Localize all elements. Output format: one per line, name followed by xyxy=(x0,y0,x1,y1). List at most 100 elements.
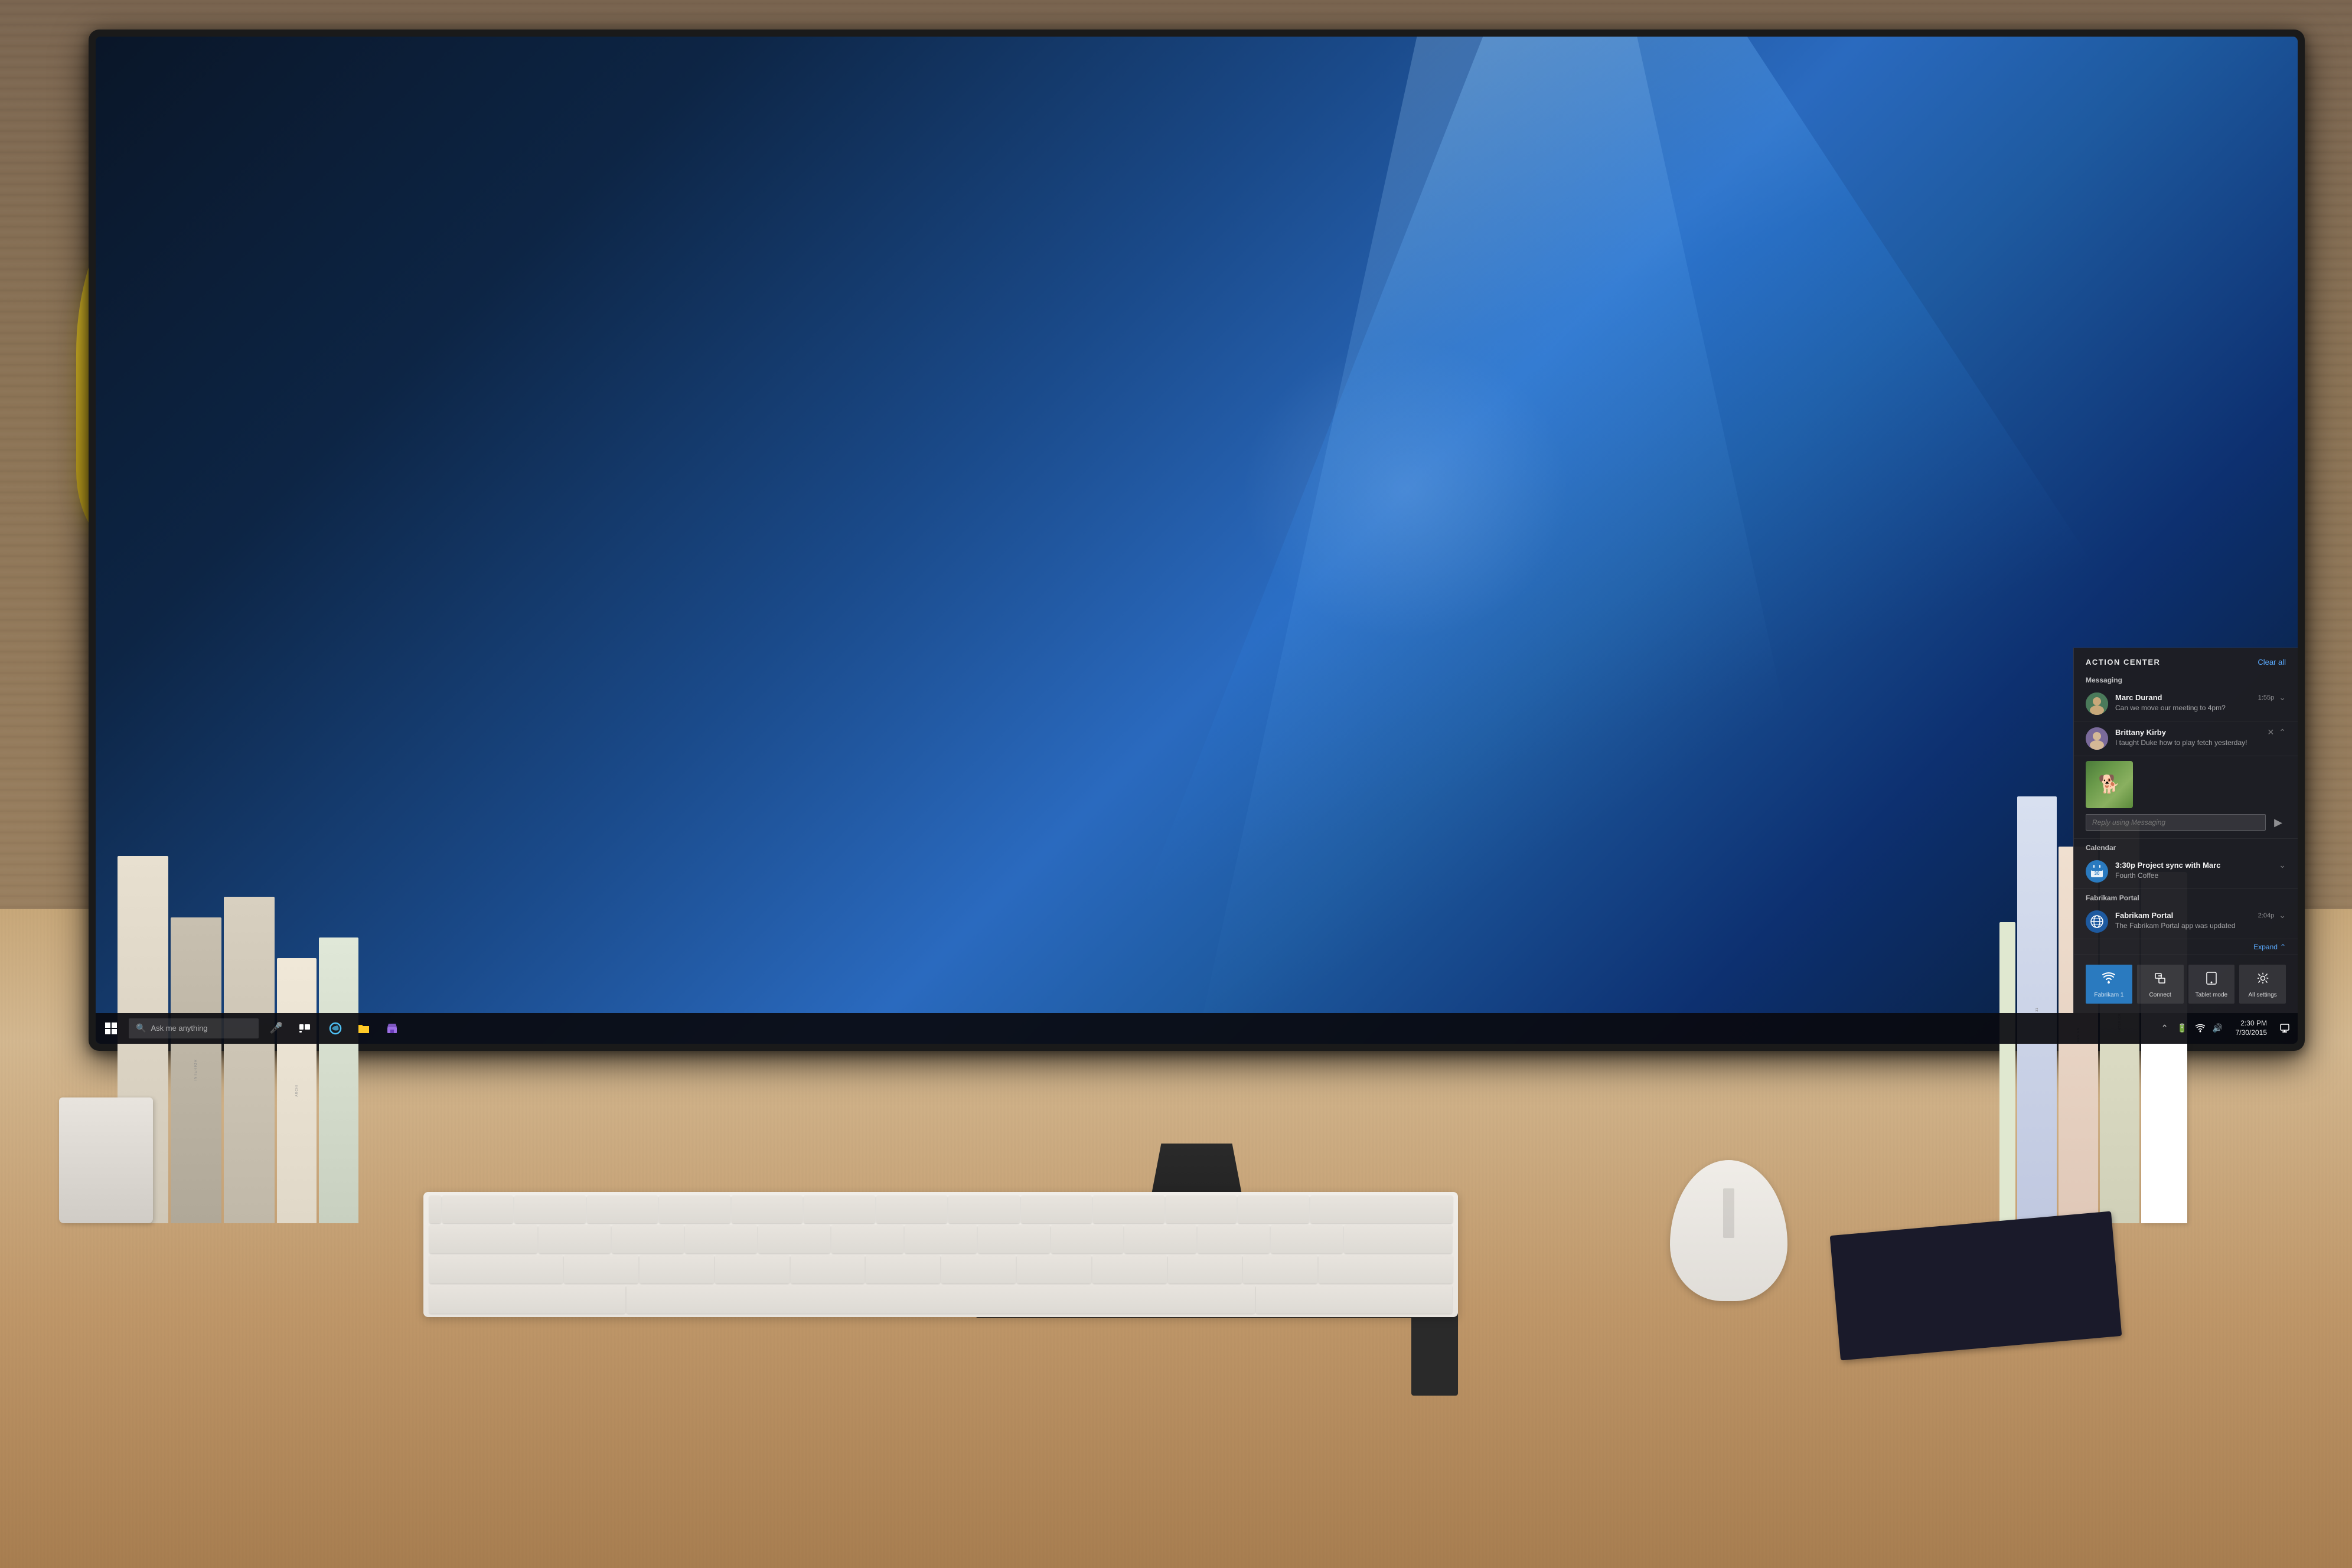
clock-date: 7/30/2015 xyxy=(2236,1028,2267,1038)
marc-top-right: 1:55p ⌄ xyxy=(2258,692,2286,703)
system-tray: ⌃ 🔋 🔊 xyxy=(2152,1015,2231,1041)
marc-sender-name: Marc Durand xyxy=(2115,693,2162,702)
expand-label: Expand xyxy=(2253,943,2278,951)
fabrikam-avatar xyxy=(2086,910,2108,933)
fabrikam-globe-icon xyxy=(2090,914,2104,929)
quick-action-connect[interactable]: Connect xyxy=(2137,965,2184,1004)
key xyxy=(627,1285,1255,1314)
expand-row[interactable]: Expand ⌃ xyxy=(2074,939,2298,955)
key xyxy=(429,1225,537,1253)
right-book-1 xyxy=(1999,922,2016,1223)
notification-brittany-kirby[interactable]: Brittany Kirby ✕ ⌃ I taught Duke how to … xyxy=(2074,721,2298,756)
book-5 xyxy=(319,937,358,1223)
notification-fabrikam[interactable]: Fabrikam Portal 2:04p ⌄ The Fabrikam Por… xyxy=(2074,904,2298,939)
keyboard-row-3 xyxy=(429,1255,1453,1283)
key xyxy=(1166,1195,1237,1224)
key xyxy=(514,1195,585,1224)
expand-chevron-icon: ⌃ xyxy=(2280,943,2286,951)
marc-avatar xyxy=(2086,692,2108,715)
wallpaper-beams xyxy=(96,37,2298,1044)
quick-action-fabrikam[interactable]: Fabrikam 1 xyxy=(2086,965,2132,1004)
network-icon xyxy=(2192,1015,2209,1041)
battery-icon: 🔋 xyxy=(2174,1015,2191,1041)
fabrikam-notification-message: The Fabrikam Portal app was updated xyxy=(2115,922,2286,930)
key xyxy=(1051,1225,1123,1253)
quick-action-tablet-mode[interactable]: Tablet mode xyxy=(2188,965,2235,1004)
fabrikam-section: Fabrikam Portal xyxy=(2074,889,2298,939)
reply-input-field[interactable] xyxy=(2086,814,2266,831)
taskbar-pinned-apps xyxy=(322,1022,405,1035)
key xyxy=(1310,1195,1453,1224)
key xyxy=(1021,1195,1092,1224)
calendar-icon: 30 xyxy=(2090,864,2104,878)
volume-icon[interactable]: 🔊 xyxy=(2210,1015,2226,1041)
clear-all-button[interactable]: Clear all xyxy=(2258,658,2286,667)
brittany-avatar-image xyxy=(2086,727,2108,750)
svg-text:30: 30 xyxy=(2095,871,2100,876)
fabrikam-app-name: Fabrikam Portal xyxy=(2115,911,2173,920)
brittany-notification-content: Brittany Kirby ✕ ⌃ I taught Duke how to … xyxy=(2115,727,2286,747)
brittany-close-button[interactable]: ✕ xyxy=(2268,727,2275,737)
key xyxy=(685,1225,757,1253)
store-button[interactable] xyxy=(379,1023,405,1034)
wifi-quick-icon xyxy=(2102,972,2115,985)
all-settings-quick-icon xyxy=(2256,972,2269,988)
calendar-expand-chevron[interactable]: ⌄ xyxy=(2279,860,2286,870)
key xyxy=(715,1255,790,1283)
taskbar: 🔍 Ask me anything 🎤 xyxy=(96,1013,2298,1044)
key xyxy=(1344,1225,1452,1253)
key xyxy=(659,1195,730,1224)
fabrikam-notification-time: 2:04p xyxy=(2258,912,2275,919)
key xyxy=(640,1255,714,1283)
microphone-icon-button[interactable]: 🎤 xyxy=(263,1022,289,1034)
book-2-title: INTERIOR xyxy=(194,1059,198,1081)
edge-browser-button[interactable] xyxy=(322,1022,348,1035)
calendar-event-title: 3:30p Project sync with Marc xyxy=(2115,861,2220,870)
calendar-header-row: 3:30p Project sync with Marc ⌄ xyxy=(2115,860,2286,870)
start-button[interactable] xyxy=(96,1013,126,1044)
marc-header-row: Marc Durand 1:55p ⌄ xyxy=(2115,692,2286,703)
tablet-mode-quick-icon xyxy=(2206,972,2217,988)
brittany-dog-image xyxy=(2086,761,2133,808)
chevron-up-icon[interactable]: ⌃ xyxy=(2157,1015,2173,1041)
calendar-avatar: 30 xyxy=(2086,860,2108,883)
wifi-icon xyxy=(2196,1024,2205,1033)
marc-expand-chevron[interactable]: ⌄ xyxy=(2279,692,2286,703)
key xyxy=(587,1195,658,1224)
book-3 xyxy=(224,897,275,1223)
key xyxy=(1238,1195,1309,1224)
clock-time: 2:30 PM xyxy=(2240,1019,2267,1028)
notification-marc-durand[interactable]: Marc Durand 1:55p ⌄ Can we move our meet… xyxy=(2074,687,2298,721)
connect-quick-label: Connect xyxy=(2149,992,2171,999)
action-center-panel: ACTION CENTER Clear all Messaging xyxy=(2073,648,2298,1013)
quick-action-all-settings[interactable]: All settings xyxy=(2239,965,2286,1004)
key xyxy=(564,1255,638,1283)
action-center-button[interactable] xyxy=(2272,1015,2298,1041)
monitor-container: 🔍 Ask me anything 🎤 xyxy=(89,30,2305,1190)
marc-notification-message: Can we move our meeting to 4pm? xyxy=(2115,704,2286,712)
file-explorer-button[interactable] xyxy=(351,1023,377,1034)
keyboard-row-1 xyxy=(429,1195,1453,1224)
cup-left xyxy=(59,1097,153,1223)
brittany-header-row: Brittany Kirby ✕ ⌃ xyxy=(2115,727,2286,737)
notification-calendar[interactable]: 30 3:30p Project sync with Marc ⌄ Fourth… xyxy=(2074,854,2298,889)
key xyxy=(442,1195,513,1224)
tablet-icon xyxy=(2206,972,2217,985)
key xyxy=(1124,1225,1196,1253)
key xyxy=(978,1225,1050,1253)
fabrikam-top-right: 2:04p ⌄ xyxy=(2258,910,2286,920)
reply-send-button[interactable]: ▶ xyxy=(2271,814,2286,831)
connect-icon xyxy=(2154,972,2167,985)
messaging-section: Messaging Marc Durand xyxy=(2074,671,2298,839)
taskbar-right-area: ⌃ 🔋 🔊 2:30 PM 7/30/2015 xyxy=(2152,1013,2298,1044)
search-icon: 🔍 xyxy=(136,1023,146,1033)
file-explorer-icon xyxy=(357,1023,370,1034)
search-placeholder-text: Ask me anything xyxy=(151,1024,207,1033)
brittany-collapse-chevron[interactable]: ⌃ xyxy=(2279,727,2286,737)
key xyxy=(539,1225,611,1253)
fabrikam-expand-chevron[interactable]: ⌄ xyxy=(2279,910,2286,920)
system-clock[interactable]: 2:30 PM 7/30/2015 xyxy=(2231,1019,2272,1037)
search-bar[interactable]: 🔍 Ask me anything xyxy=(129,1018,259,1038)
task-view-button[interactable] xyxy=(292,1024,318,1033)
key xyxy=(1271,1225,1343,1253)
